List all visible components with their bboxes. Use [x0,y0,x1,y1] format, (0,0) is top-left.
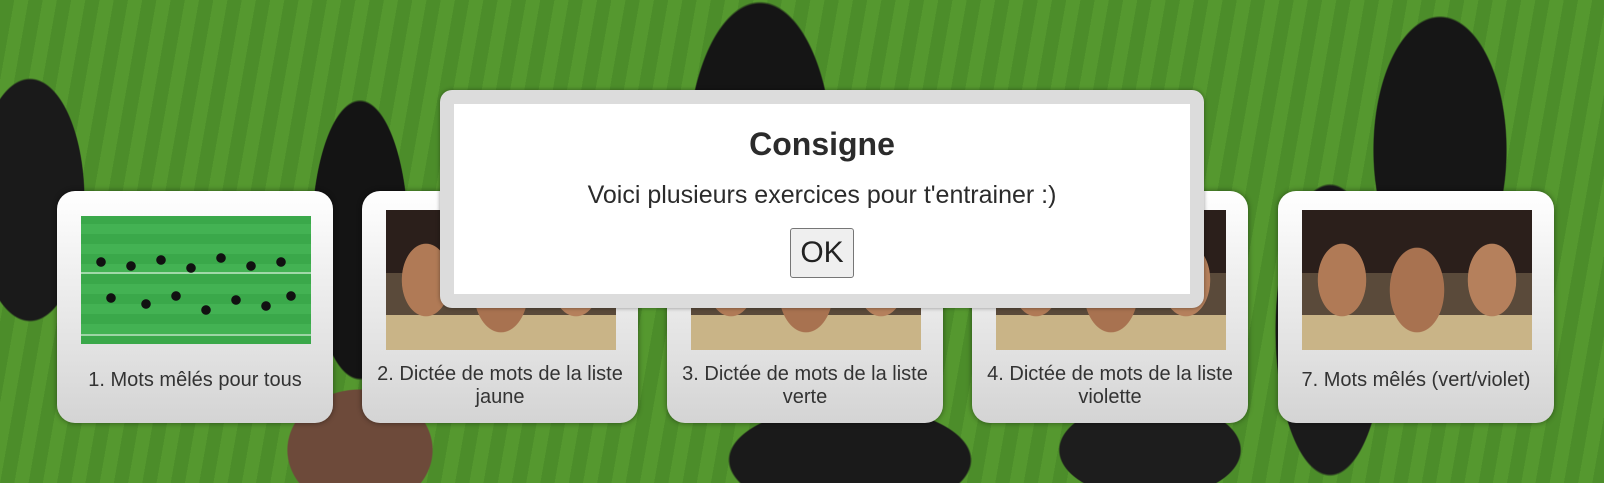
card-label: 1. Mots mêlés pour tous [88,369,302,391]
instruction-dialog: Consigne Voici plusieurs exercices pour … [440,90,1204,308]
dialog-title: Consigne [749,126,895,162]
dialog-content: Consigne Voici plusieurs exercices pour … [454,104,1190,294]
dialog-message: Voici plusieurs exercices pour t'entrain… [587,181,1057,209]
ok-button[interactable]: OK [790,228,854,278]
card-label: 3. Dictée de mots de la liste verte [682,363,928,408]
card-thumbnail [1302,210,1532,350]
team-silhouettes [91,252,301,332]
card-thumbnail [81,216,311,344]
exercise-card-1[interactable]: 1. Mots mêlés pour tous [57,191,333,423]
card-label: 7. Mots mêlés (vert/violet) [1301,369,1531,391]
exercise-card-7[interactable]: 7. Mots mêlés (vert/violet) [1278,191,1554,423]
card-label: 4. Dictée de mots de la liste violette [987,363,1233,408]
card-label: 2. Dictée de mots de la liste jaune [377,363,623,408]
